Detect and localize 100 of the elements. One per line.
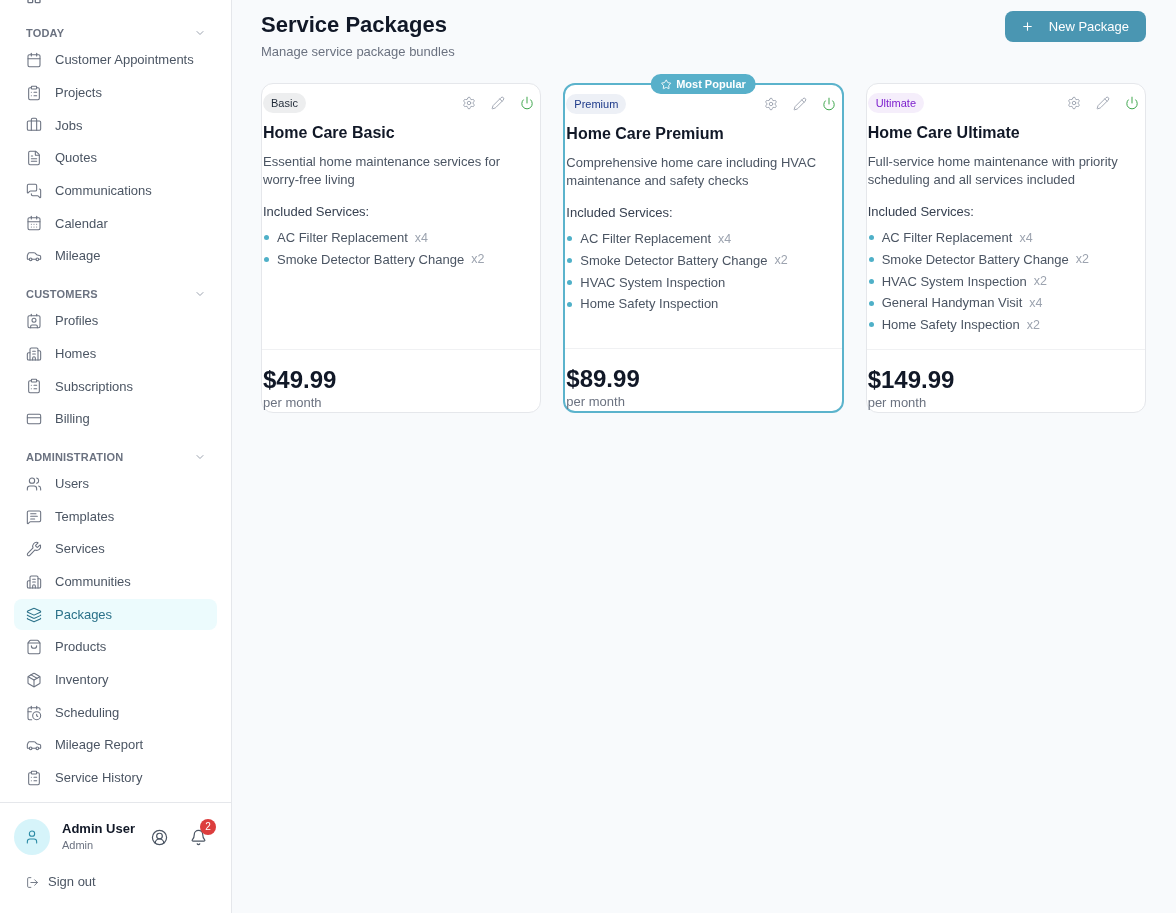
layers-icon xyxy=(26,606,42,623)
sidebar-item[interactable]: Quotes xyxy=(14,142,217,174)
sidebar-item[interactable]: Mileage Report xyxy=(14,729,217,761)
pencil-icon xyxy=(491,96,506,110)
briefcase-icon xyxy=(26,117,42,134)
price-period: per month xyxy=(867,393,928,412)
sidebar-item[interactable]: Mileage xyxy=(14,240,217,272)
grid-icon[interactable] xyxy=(26,0,42,4)
sidebar-item[interactable]: Projects xyxy=(14,77,217,109)
services-heading: Included Services: xyxy=(867,203,975,221)
section-heading: ADMINISTRATION xyxy=(26,449,124,465)
package-name: Home Care Basic xyxy=(263,123,396,143)
calendar-icon xyxy=(26,52,42,68)
sidebar-item[interactable]: Communications xyxy=(14,175,217,207)
sidebar-item[interactable]: Communities xyxy=(14,566,217,598)
ribbon-text: Most Popular xyxy=(676,76,746,92)
sidebar-item[interactable]: Products xyxy=(14,631,217,663)
contact-card-icon xyxy=(26,312,42,329)
price-period: per month xyxy=(263,393,323,412)
sidebar-item[interactable]: Subscriptions xyxy=(14,370,217,402)
settings-icon xyxy=(1067,96,1081,110)
settings-icon xyxy=(462,96,477,110)
users-icon xyxy=(26,475,42,492)
tier-tag: Premium xyxy=(566,94,627,114)
power-icon xyxy=(1125,96,1139,110)
sidebar-item[interactable]: Billing xyxy=(14,403,217,435)
package-name: Home Care Ultimate xyxy=(867,123,1021,143)
sidebar-item[interactable]: Services xyxy=(14,533,217,565)
service-name: Smoke Detector Battery Change xyxy=(881,250,1069,269)
sidebar-item[interactable]: Service History xyxy=(14,762,217,794)
service-name: General Handyman Visit xyxy=(881,294,1023,313)
star-icon xyxy=(661,78,673,90)
services-heading: Included Services: xyxy=(263,203,371,221)
section-heading: CUSTOMERS xyxy=(26,286,98,302)
services-heading: Included Services: xyxy=(566,204,674,222)
tier-tag: Ultimate xyxy=(867,93,924,113)
sidebar-item[interactable]: Calendar xyxy=(14,207,217,239)
building-icon xyxy=(26,573,42,590)
sidebar-item[interactable]: Users xyxy=(14,468,217,500)
page-title: Service Packages xyxy=(261,11,448,39)
service-quantity: x2 xyxy=(1075,251,1089,269)
power-icon xyxy=(821,97,836,111)
service-name: Smoke Detector Battery Change xyxy=(580,251,768,270)
document-icon xyxy=(26,149,42,166)
wrench-icon xyxy=(26,541,42,558)
package-description: Full-service home maintenance with priority scheduling and all services included xyxy=(867,153,1119,189)
service-quantity: x2 xyxy=(1026,316,1040,334)
sign-out-icon xyxy=(26,875,39,889)
chat-bubbles-icon xyxy=(26,182,42,199)
service-quantity: x2 xyxy=(774,252,788,270)
service-name: AC Filter Replacement xyxy=(580,230,712,249)
sign-out-button[interactable]: Sign out xyxy=(14,870,96,894)
calendar-icon xyxy=(26,215,42,232)
box-icon xyxy=(26,671,42,688)
package-price: $49.99 xyxy=(263,365,338,394)
service-name: Home Safety Inspection xyxy=(881,316,1020,335)
pencil-icon xyxy=(792,97,807,111)
service-quantity: x4 xyxy=(1029,294,1043,312)
settings-icon xyxy=(763,97,778,111)
page-subtitle: Manage service package bundles xyxy=(261,43,455,61)
service-quantity: x2 xyxy=(471,251,485,269)
package-price: $149.99 xyxy=(867,365,956,394)
package-price: $89.99 xyxy=(566,364,641,393)
service-quantity: x4 xyxy=(718,230,732,248)
service-name: HVAC System Inspection xyxy=(881,272,1027,291)
clipboard-icon xyxy=(26,378,42,395)
building-icon xyxy=(26,345,42,362)
service-name: AC Filter Replacement xyxy=(277,229,408,248)
sidebar-item[interactable]: Jobs xyxy=(14,109,217,141)
service-name: Smoke Detector Battery Change xyxy=(277,250,465,269)
tier-tag: Basic xyxy=(263,93,306,113)
power-icon xyxy=(520,96,535,110)
sidebar-item[interactable]: Packages xyxy=(14,599,217,631)
user-role: Admin xyxy=(62,838,95,853)
sidebar-item[interactable]: Scheduling xyxy=(14,697,217,728)
notification-badge: 2 xyxy=(200,818,216,835)
section-heading: TODAY xyxy=(26,25,65,41)
clipboard-icon xyxy=(26,84,42,101)
shopping-bag-icon xyxy=(26,639,42,656)
service-name: Home Safety Inspection xyxy=(580,295,719,314)
price-period: per month xyxy=(566,392,626,411)
sidebar-item[interactable]: Templates xyxy=(14,501,217,533)
user-avatar-icon xyxy=(14,819,50,855)
sidebar-item[interactable]: Customer Appointments xyxy=(14,44,217,76)
plus-icon xyxy=(1020,20,1034,33)
package-description: Comprehensive home care including HVAC maintenance and safety checks xyxy=(566,154,818,190)
bell-icon[interactable] xyxy=(190,828,207,846)
message-icon xyxy=(26,508,42,525)
user-circle-icon[interactable] xyxy=(151,828,168,846)
calendar-clock-icon xyxy=(26,704,42,721)
service-name: HVAC System Inspection xyxy=(580,273,726,292)
package-description: Essential home maintenance services for worry-free living xyxy=(263,153,501,189)
user-name: Admin User xyxy=(62,821,135,837)
service-quantity: x4 xyxy=(414,229,428,247)
sidebar-item[interactable]: Profiles xyxy=(14,305,217,337)
clipboard-icon xyxy=(26,769,42,786)
package-name: Home Care Premium xyxy=(566,124,725,144)
sidebar-item[interactable]: Homes xyxy=(14,338,217,370)
sidebar-item[interactable]: Inventory xyxy=(14,664,217,696)
service-name: AC Filter Replacement xyxy=(881,229,1013,248)
